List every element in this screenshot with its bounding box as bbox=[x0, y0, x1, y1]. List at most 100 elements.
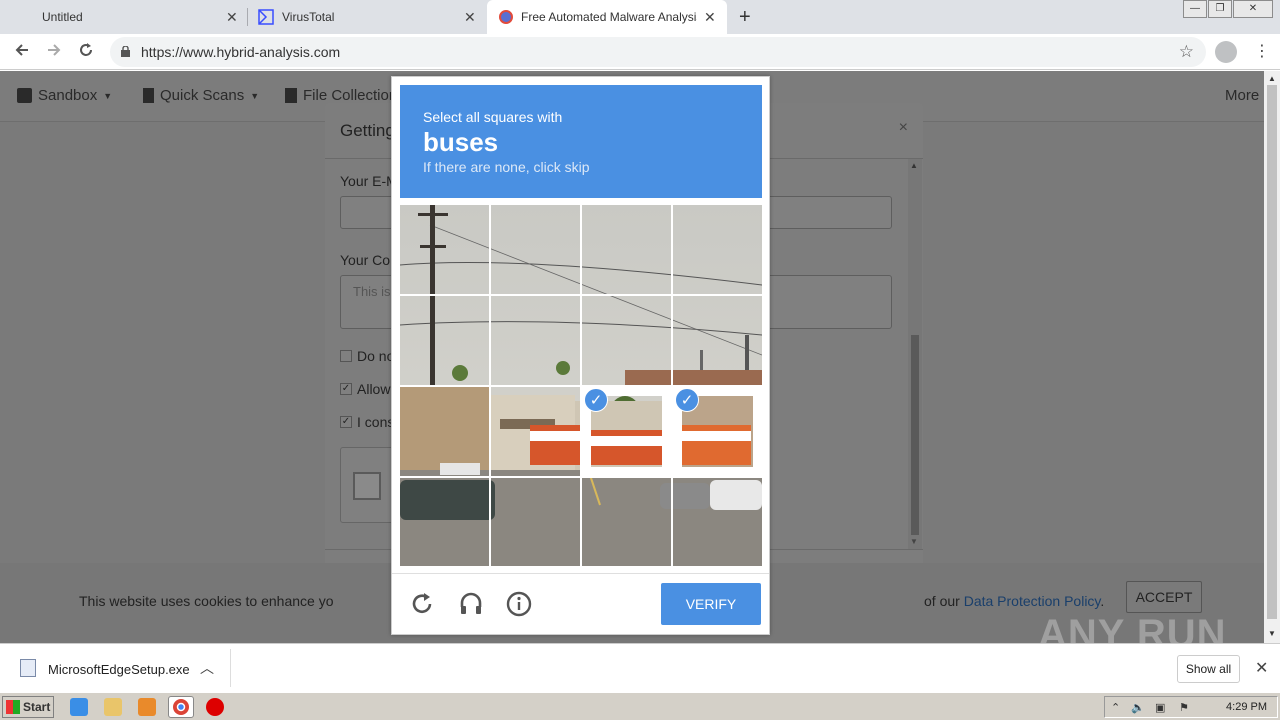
modal-scrollbar[interactable]: ▲ ▼ bbox=[908, 159, 922, 549]
reload-icon[interactable] bbox=[77, 41, 95, 64]
exe-file-icon bbox=[20, 659, 36, 677]
tab-strip: Untitled ✕ VirusTotal ✕ Free Automated M… bbox=[0, 0, 1280, 34]
scrollbar-thumb[interactable] bbox=[1267, 85, 1277, 619]
more-menu-icon[interactable]: ⋮ bbox=[1254, 41, 1270, 61]
tab-virustotal[interactable]: VirusTotal ✕ bbox=[248, 0, 486, 34]
tab-untitled[interactable]: Untitled ✕ bbox=[0, 0, 246, 34]
accept-cookies-button[interactable]: ACCEPT bbox=[1126, 581, 1202, 613]
checkbox-label: Allow bbox=[357, 381, 391, 397]
caret-down-icon: ▼ bbox=[250, 90, 260, 101]
nav-file-collection[interactable]: File Collection bbox=[285, 87, 397, 104]
network-icon[interactable]: ▣ bbox=[1155, 701, 1165, 714]
checkbox-allow[interactable]: ✓ Allow bbox=[340, 381, 390, 397]
taskbar: Start ⌃ 🔈 ▣ ⚑ 4:29 PM bbox=[0, 692, 1280, 720]
checkbox-label: Do no bbox=[357, 348, 395, 364]
grid-tile[interactable] bbox=[491, 296, 580, 385]
verify-button[interactable]: VERIFY bbox=[661, 583, 761, 625]
checkbox[interactable] bbox=[340, 350, 352, 362]
chrome-icon[interactable] bbox=[168, 696, 194, 718]
grid-tile[interactable] bbox=[673, 296, 762, 385]
back-arrow-icon[interactable] bbox=[13, 41, 31, 64]
ie-icon[interactable] bbox=[70, 698, 88, 716]
info-icon[interactable] bbox=[506, 591, 532, 617]
start-label: Start bbox=[23, 700, 51, 714]
scroll-up-icon[interactable]: ▲ bbox=[1268, 74, 1276, 83]
checkbox-consent[interactable]: ✓ I cons bbox=[340, 414, 394, 430]
scroll-up-icon[interactable]: ▲ bbox=[910, 161, 918, 170]
tray-expand-icon[interactable]: ⌃ bbox=[1111, 701, 1120, 714]
close-icon[interactable]: ✕ bbox=[704, 9, 716, 26]
reload-challenge-icon[interactable] bbox=[410, 591, 436, 617]
grid-tile[interactable] bbox=[400, 296, 489, 385]
close-icon[interactable]: ✕ bbox=[1255, 658, 1268, 678]
checkmark-icon: ✓ bbox=[584, 388, 608, 412]
download-filename[interactable]: MicrosoftEdgeSetup.exe bbox=[48, 662, 190, 677]
stop-icon[interactable] bbox=[206, 698, 224, 716]
grid-tile[interactable] bbox=[400, 205, 489, 294]
hybrid-analysis-favicon-icon bbox=[499, 10, 513, 24]
close-icon[interactable]: × bbox=[899, 119, 908, 137]
minimize-button[interactable]: — bbox=[1183, 0, 1207, 18]
image-grid: ✓ ✓ bbox=[400, 205, 762, 566]
address-bar[interactable]: https://www.hybrid-analysis.com ☆ bbox=[110, 37, 1206, 67]
nav-label: Sandbox bbox=[38, 87, 98, 104]
lock-icon bbox=[121, 45, 130, 57]
grid-tile[interactable] bbox=[491, 387, 580, 476]
grid-tile[interactable] bbox=[582, 205, 671, 294]
comment-placeholder: This is bbox=[353, 284, 391, 299]
email-label: Your E-M bbox=[340, 173, 398, 189]
grid-tile[interactable] bbox=[582, 296, 671, 385]
close-window-button[interactable]: ✕ bbox=[1233, 0, 1273, 18]
nav-sandbox[interactable]: Sandbox ▼ bbox=[17, 87, 112, 104]
media-player-icon[interactable] bbox=[138, 698, 156, 716]
cookie-text: This website uses cookies to enhance yo bbox=[79, 593, 334, 609]
chevron-up-icon[interactable]: ︿ bbox=[200, 658, 214, 678]
show-all-button[interactable]: Show all bbox=[1177, 655, 1240, 683]
restore-button[interactable]: ❐ bbox=[1208, 0, 1232, 18]
download-bar: MicrosoftEdgeSetup.exe ︿ Show all ✕ bbox=[0, 643, 1280, 692]
grid-tile[interactable] bbox=[491, 205, 580, 294]
grid-tile[interactable] bbox=[673, 205, 762, 294]
virustotal-icon bbox=[258, 9, 274, 25]
windows-logo-icon bbox=[6, 700, 20, 714]
checkbox-label: I cons bbox=[357, 414, 395, 430]
flag-icon[interactable]: ⚑ bbox=[1179, 701, 1189, 714]
nav-quick-scans[interactable]: Quick Scans ▼ bbox=[143, 87, 259, 104]
tab-hybrid-analysis[interactable]: Free Automated Malware Analysis Se ✕ bbox=[487, 0, 727, 34]
grid-tile[interactable] bbox=[400, 387, 489, 476]
scroll-down-icon[interactable]: ▼ bbox=[910, 537, 918, 546]
hint-text: If there are none, click skip bbox=[423, 159, 590, 175]
data-protection-link[interactable]: Data Protection Policy bbox=[964, 593, 1101, 609]
page-scrollbar[interactable]: ▲ ▼ bbox=[1264, 71, 1280, 643]
grid-tile[interactable] bbox=[491, 478, 580, 567]
recaptcha-challenge: Select all squares with buses If there a… bbox=[391, 76, 770, 635]
volume-icon[interactable]: 🔈 bbox=[1131, 701, 1145, 714]
bookmark-star-icon[interactable]: ☆ bbox=[1179, 42, 1194, 62]
close-icon[interactable]: ✕ bbox=[464, 9, 476, 26]
start-button[interactable]: Start bbox=[2, 696, 54, 718]
scroll-down-icon[interactable]: ▼ bbox=[1268, 629, 1276, 638]
cube-icon bbox=[17, 88, 32, 103]
forward-arrow-icon[interactable] bbox=[45, 41, 63, 64]
new-tab-button[interactable]: + bbox=[739, 6, 751, 29]
browser-toolbar: https://www.hybrid-analysis.com ☆ ⋮ bbox=[0, 34, 1280, 70]
tab-title: Free Automated Malware Analysis Se bbox=[521, 10, 697, 24]
checkbox[interactable]: ✓ bbox=[340, 383, 352, 395]
nav-more[interactable]: More bbox=[1225, 87, 1259, 104]
checkbox-do-not[interactable]: Do no bbox=[340, 348, 394, 364]
checkbox[interactable]: ✓ bbox=[340, 416, 352, 428]
grid-tile[interactable] bbox=[673, 478, 762, 567]
files-icon bbox=[285, 88, 297, 103]
profile-avatar-icon[interactable] bbox=[1215, 41, 1237, 63]
folder-icon[interactable] bbox=[104, 698, 122, 716]
audio-challenge-icon[interactable] bbox=[458, 591, 484, 617]
grid-tile[interactable] bbox=[582, 478, 671, 567]
file-icon bbox=[143, 88, 154, 103]
recaptcha-checkbox[interactable] bbox=[353, 472, 381, 500]
scrollbar-thumb[interactable] bbox=[911, 335, 919, 535]
divider bbox=[392, 573, 769, 574]
caret-down-icon: ▼ bbox=[103, 90, 113, 101]
close-icon[interactable]: ✕ bbox=[226, 9, 238, 26]
grid-tile[interactable] bbox=[400, 478, 489, 567]
url-text: https://www.hybrid-analysis.com bbox=[141, 44, 341, 60]
